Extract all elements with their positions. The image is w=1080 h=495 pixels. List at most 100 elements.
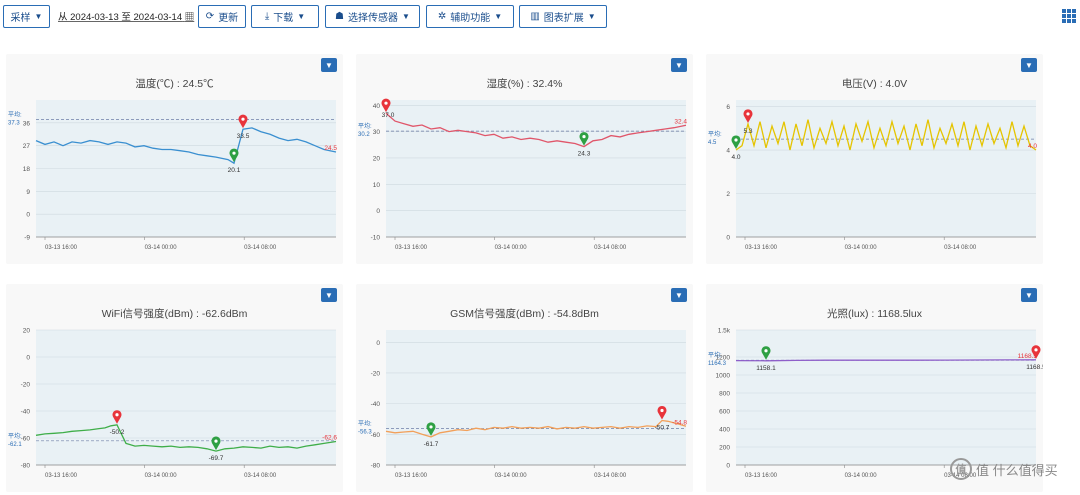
x-tick-label: 03-14 00:00 xyxy=(495,473,528,479)
y-tick-label: 0 xyxy=(376,340,380,347)
last-value-label: -62.6 xyxy=(322,435,337,442)
y-tick-label: -80 xyxy=(21,463,31,470)
chart-title: 光照(lux) : 1168.5lux xyxy=(827,308,922,320)
y-tick-label: 4 xyxy=(726,148,730,155)
average-value: -62.1 xyxy=(8,442,22,448)
x-tick-label: 03-14 00:00 xyxy=(845,473,878,479)
chevron-down-icon[interactable]: ▼ xyxy=(671,58,687,72)
y-tick-label: 400 xyxy=(719,427,730,434)
marker-value-label: 37.0 xyxy=(382,112,395,119)
marker-value-label: -50.2 xyxy=(110,429,125,436)
y-tick-label: -60 xyxy=(21,436,31,443)
map-pin-dot xyxy=(241,117,245,121)
average-value: 4.5 xyxy=(708,140,717,146)
average-label: 平均: xyxy=(8,432,22,440)
map-pin-dot xyxy=(734,138,738,142)
refresh-button[interactable]: ⟳ 更新 xyxy=(198,5,246,28)
chevron-down-icon: ▼ xyxy=(297,12,306,21)
chart-title: WiFi信号强度(dBm) : -62.6dBm xyxy=(101,308,248,320)
average-value: 30.2 xyxy=(358,132,370,138)
map-pin-dot xyxy=(214,439,218,443)
x-tick-label: 03-14 00:00 xyxy=(145,473,178,479)
y-tick-label: -60 xyxy=(371,432,381,439)
last-value-label: 32.4 xyxy=(674,118,687,125)
average-label: 平均: xyxy=(708,130,722,138)
chart-icon: ▥ xyxy=(530,11,540,22)
map-pin-dot xyxy=(1034,348,1038,352)
download-button[interactable]: ⤓ 下载 ▼ xyxy=(251,5,319,28)
average-label: 平均: xyxy=(8,111,22,119)
plot-area xyxy=(36,330,336,465)
marker-value-label: 24.3 xyxy=(578,151,591,158)
y-tick-label: 200 xyxy=(719,445,730,452)
y-tick-label: 10 xyxy=(373,182,381,189)
x-tick-label: 03-14 08:00 xyxy=(244,473,277,479)
y-tick-label: 30 xyxy=(373,129,381,136)
chart-title: GSM信号强度(dBm) : -54.8dBm xyxy=(450,308,599,320)
marker-value-label: 5.3 xyxy=(743,128,752,135)
marker-value-label: 1158.1 xyxy=(756,365,776,372)
chart-panel-voltage: 0 2 4 6 03-13 16:00 03-14 00:00 03-14 08:00 平均:… xyxy=(706,54,1043,264)
map-pin-dot xyxy=(582,135,586,139)
y-tick-label: 0 xyxy=(26,355,30,362)
x-tick-label: 03-13 16:00 xyxy=(745,473,778,479)
chevron-down-icon: ▼ xyxy=(402,12,410,21)
marker-value-label: 33.5 xyxy=(237,133,250,140)
chevron-down-icon: ▼ xyxy=(34,12,43,21)
y-tick-label: 0 xyxy=(376,208,380,215)
chart-panel-wifi: -80 -60 -40 -20 0 20 03-13 16:00 03-14 00:00 03-… xyxy=(6,284,343,492)
plot-area xyxy=(736,330,1036,465)
watermark-logo-icon: 值 xyxy=(950,458,972,480)
date-range-label: 从 2024-03-13 至 2024-03-14 xyxy=(58,12,183,23)
chart-panel-humidity: -10 0 10 20 30 40 03-13 16:00 03-14 00:00 03-14 … xyxy=(356,54,693,264)
marker-value-label: 4.0 xyxy=(731,154,740,161)
grid-menu-icon[interactable] xyxy=(1062,9,1076,23)
average-value: 1164.3 xyxy=(708,361,727,367)
map-pin-dot xyxy=(384,101,388,105)
download-label: 下载 xyxy=(273,13,294,24)
average-label: 平均: xyxy=(358,420,372,428)
chart-title: 电压(V) : 4.0V xyxy=(841,78,908,90)
y-tick-label: 600 xyxy=(719,409,730,416)
average-label: 平均: xyxy=(708,351,722,359)
chart-title: 湿度(%) : 32.4% xyxy=(486,78,563,90)
y-tick-label: 800 xyxy=(719,391,730,398)
marker-value-label: 1168.5 xyxy=(1026,364,1043,371)
chart-title: 温度(℃) : 24.5℃ xyxy=(135,78,214,90)
map-pin-dot xyxy=(115,413,119,417)
assist-label: 辅助功能 xyxy=(450,13,491,24)
sensor-icon: ☗ xyxy=(335,11,345,22)
x-tick-label: 03-14 08:00 xyxy=(594,245,627,251)
assist-button[interactable]: ✲ 辅助功能 ▼ xyxy=(426,5,514,28)
chevron-down-icon[interactable]: ▼ xyxy=(321,58,337,72)
y-tick-label: 20 xyxy=(373,155,381,162)
y-tick-label: 18 xyxy=(23,166,31,173)
y-tick-label: 0 xyxy=(726,463,730,470)
y-tick-label: -9 xyxy=(24,235,30,242)
select-sensor-button[interactable]: ☗ 选择传感器 ▼ xyxy=(325,5,420,28)
x-tick-label: 03-14 00:00 xyxy=(145,245,178,251)
y-tick-label: 36 xyxy=(23,120,31,127)
chart-ext-button[interactable]: ▥ 图表扩展 ▼ xyxy=(519,5,607,28)
x-tick-label: 03-13 16:00 xyxy=(45,245,78,251)
chevron-down-icon[interactable]: ▼ xyxy=(1021,288,1037,302)
y-tick-label: 27 xyxy=(23,143,31,150)
chart-panel-gsm: -80 -60 -40 -20 0 03-13 16:00 03-14 00:00 03-14… xyxy=(356,284,693,492)
chevron-down-icon: ▼ xyxy=(587,12,596,21)
map-pin-dot xyxy=(429,425,433,429)
sample-dropdown-button[interactable]: 采样 ▼ xyxy=(3,5,50,28)
y-tick-label: 40 xyxy=(373,103,381,110)
chevron-down-icon[interactable]: ▼ xyxy=(321,288,337,302)
toolbar: 采样 ▼ 从 2024-03-13 至 2024-03-14 ▦ ⟳ 更新 ⤓ … xyxy=(0,0,1080,34)
chevron-down-icon[interactable]: ▼ xyxy=(1021,58,1037,72)
map-pin-dot xyxy=(746,112,750,116)
last-value-label: 4.0 xyxy=(1028,143,1037,150)
last-value-label: 1168.5 xyxy=(1018,353,1038,360)
y-tick-label: -10 xyxy=(371,235,381,242)
marker-value-label: 20.1 xyxy=(228,167,241,174)
chevron-down-icon[interactable]: ▼ xyxy=(671,288,687,302)
chart-panel-temperature: -9 0 9 18 27 36 03-13 16:00 03-14 00:00 03-14 08… xyxy=(6,54,343,264)
average-value: -56.3 xyxy=(358,430,372,436)
watermark-text: 值 什么值得买 xyxy=(976,462,1058,478)
date-range-picker[interactable]: 从 2024-03-13 至 2024-03-14 ▦ xyxy=(58,9,194,23)
